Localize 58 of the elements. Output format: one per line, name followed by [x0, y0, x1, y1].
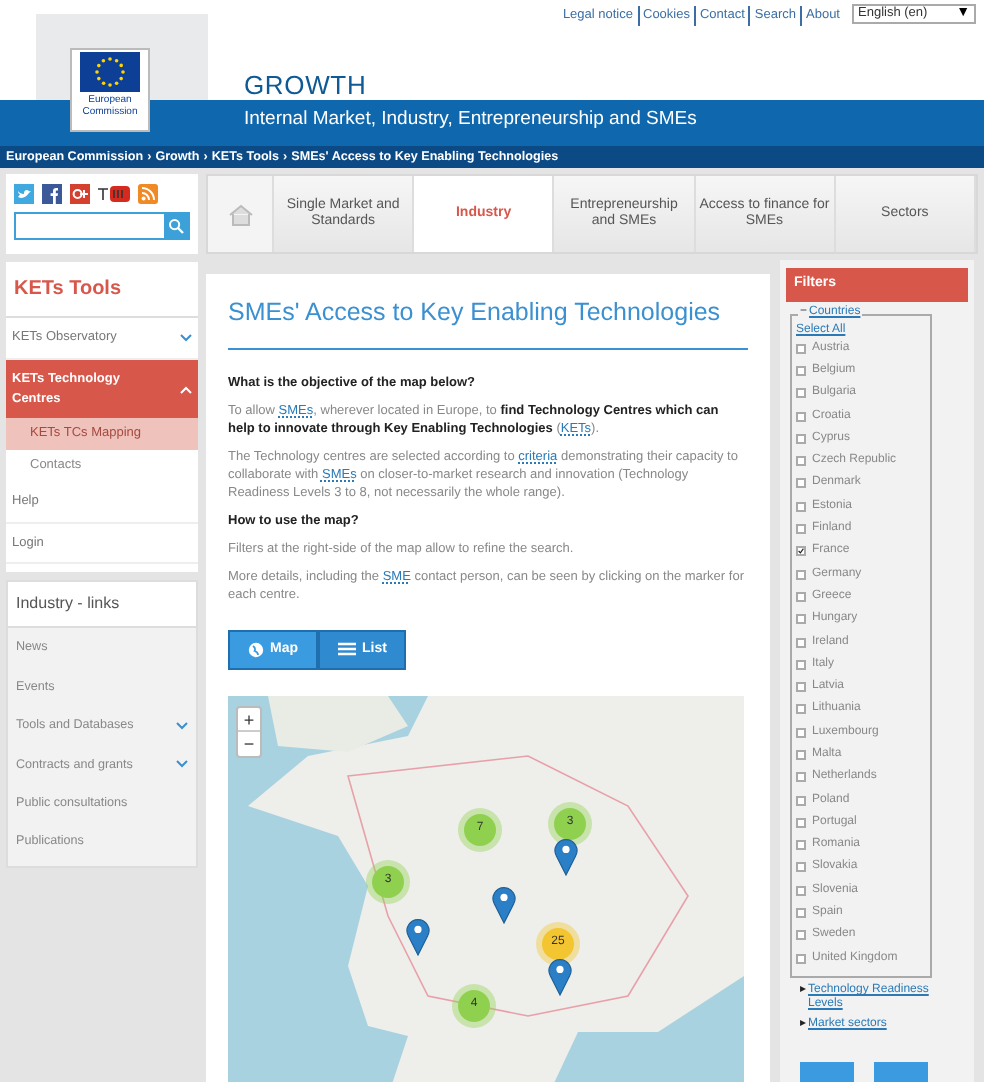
checkbox[interactable]: [796, 614, 806, 625]
google-plus-icon[interactable]: [70, 184, 90, 204]
checkbox[interactable]: [796, 501, 806, 512]
check-icon: [798, 546, 804, 557]
twitter-icon[interactable]: [14, 184, 34, 204]
eu-flag-icon: [80, 52, 140, 92]
filter-button[interactable]: [874, 1061, 928, 1082]
chevron-down-icon[interactable]: [180, 333, 192, 342]
search-field[interactable]: [14, 212, 190, 240]
checkbox[interactable]: [796, 795, 806, 806]
checkbox[interactable]: [796, 524, 806, 535]
checkbox[interactable]: [796, 343, 806, 354]
checkbox[interactable]: [796, 749, 806, 760]
checkbox[interactable]: [796, 682, 806, 693]
checkbox[interactable]: [796, 411, 806, 422]
search-button[interactable]: [164, 214, 188, 238]
checkbox[interactable]: [796, 365, 806, 376]
chevron-down-icon[interactable]: [176, 760, 188, 769]
zoom-out-button[interactable]: −: [238, 731, 260, 756]
checkbox[interactable]: [796, 772, 806, 783]
sidebar-title: KETs Tools: [6, 262, 198, 318]
sidebar-title: Industry - links: [8, 582, 196, 629]
checkbox[interactable]: [796, 840, 806, 851]
globe-icon: [248, 641, 264, 658]
page-title: SMEs' Access to Key Enabling Technologies: [228, 294, 748, 350]
chevron-up-icon[interactable]: [180, 385, 192, 393]
checkbox[interactable]: [796, 704, 806, 715]
chevron-down-icon[interactable]: [176, 721, 188, 730]
checkbox[interactable]: [796, 953, 806, 964]
checkbox[interactable]: [796, 637, 806, 647]
checkbox[interactable]: [796, 930, 806, 941]
map-pin-icon[interactable]: [492, 885, 516, 924]
checkbox[interactable]: [796, 433, 806, 444]
checkbox[interactable]: [796, 456, 806, 467]
home-icon: [227, 203, 253, 225]
checkbox[interactable]: [796, 659, 806, 670]
checkbox[interactable]: [796, 478, 806, 489]
filter-button[interactable]: [800, 1061, 854, 1082]
map-pin-icon[interactable]: [406, 917, 430, 956]
search-icon: [168, 218, 184, 234]
rss-icon[interactable]: [138, 184, 158, 204]
checkbox[interactable]: [796, 546, 806, 557]
facebook-icon[interactable]: [42, 184, 62, 204]
list-icon: [338, 642, 356, 657]
checkbox[interactable]: [796, 569, 806, 580]
checkbox[interactable]: [796, 885, 806, 896]
video-channel-icon[interactable]: [98, 186, 130, 202]
map-pin-icon[interactable]: [548, 957, 572, 996]
checkbox[interactable]: [796, 388, 806, 399]
map-pin-icon[interactable]: [554, 837, 578, 876]
site-subtitle: Internal Market, Industry, Entrepreneurship and SMEs: [244, 106, 697, 134]
site-title: GROWTH: [244, 68, 367, 104]
checkbox[interactable]: [796, 862, 806, 873]
checkbox[interactable]: [796, 817, 806, 828]
checkbox[interactable]: [796, 727, 806, 738]
checkbox[interactable]: [796, 908, 806, 919]
checkbox[interactable]: [796, 591, 806, 602]
zoom-in-button[interactable]: +: [238, 707, 260, 732]
